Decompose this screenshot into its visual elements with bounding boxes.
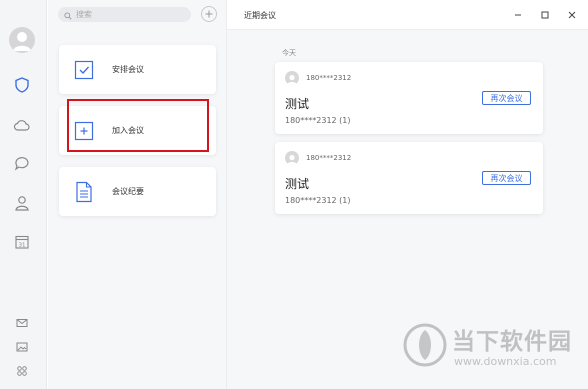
meeting-card[interactable]: 180****2312 测试 180****2312 (1) 再次会议 <box>275 142 543 214</box>
avatar <box>285 151 299 165</box>
image-icon[interactable] <box>14 339 30 355</box>
add-button[interactable] <box>201 6 217 22</box>
close-button[interactable] <box>564 7 580 23</box>
meeting-subtitle: 180****2312 (1) <box>285 196 351 205</box>
cloud-icon[interactable] <box>11 114 33 136</box>
chat-icon[interactable] <box>11 152 33 174</box>
plus-icon <box>205 10 213 18</box>
search-icon <box>64 5 72 24</box>
join-meeting-card[interactable]: 加入会议 <box>59 106 216 155</box>
title-bar: 近期会议 <box>227 0 588 30</box>
checkbox-icon <box>73 59 95 81</box>
meeting-host: 180****2312 <box>306 154 352 162</box>
icon-rail: 31 <box>0 0 47 389</box>
schedule-meeting-label: 安排会议 <box>112 65 144 74</box>
meeting-card[interactable]: 180****2312 测试 180****2312 (1) 再次会议 <box>275 62 543 134</box>
document-icon <box>73 181 95 203</box>
user-avatar[interactable] <box>9 27 35 53</box>
actions-panel: 安排会议 加入会议 会议纪要 <box>48 0 226 389</box>
day-label: 今天 <box>282 49 296 57</box>
meeting-subtitle: 180****2312 (1) <box>285 116 351 125</box>
search-input[interactable] <box>76 10 176 19</box>
meeting-minutes-label: 会议纪要 <box>112 187 144 196</box>
apps-icon[interactable] <box>14 363 30 379</box>
avatar <box>285 71 299 85</box>
schedule-meeting-card[interactable]: 安排会议 <box>59 45 216 94</box>
contacts-icon[interactable] <box>11 192 33 214</box>
mail-icon[interactable] <box>14 315 30 331</box>
meeting-title: 测试 <box>285 177 310 191</box>
meeting-minutes-card[interactable]: 会议纪要 <box>59 167 216 216</box>
plus-square-icon <box>73 120 95 142</box>
minimize-icon <box>515 14 521 16</box>
maximize-button[interactable] <box>537 7 553 23</box>
meetings-icon[interactable] <box>11 74 33 96</box>
meeting-title: 测试 <box>285 97 310 111</box>
recent-meetings-panel: 近期会议 今天 180****2312 测试 180****2312 (1) 再… <box>226 0 588 389</box>
calendar-icon[interactable]: 31 <box>11 231 33 253</box>
svg-text:31: 31 <box>19 242 26 248</box>
rejoin-button[interactable]: 再次会议 <box>482 91 531 105</box>
search-box[interactable] <box>58 7 191 22</box>
page-title: 近期会议 <box>244 11 276 20</box>
maximize-icon <box>541 11 549 19</box>
close-icon <box>568 11 576 19</box>
rejoin-button[interactable]: 再次会议 <box>482 171 531 185</box>
minimize-button[interactable] <box>510 7 526 23</box>
meeting-host: 180****2312 <box>306 74 352 82</box>
join-meeting-label: 加入会议 <box>112 126 144 135</box>
